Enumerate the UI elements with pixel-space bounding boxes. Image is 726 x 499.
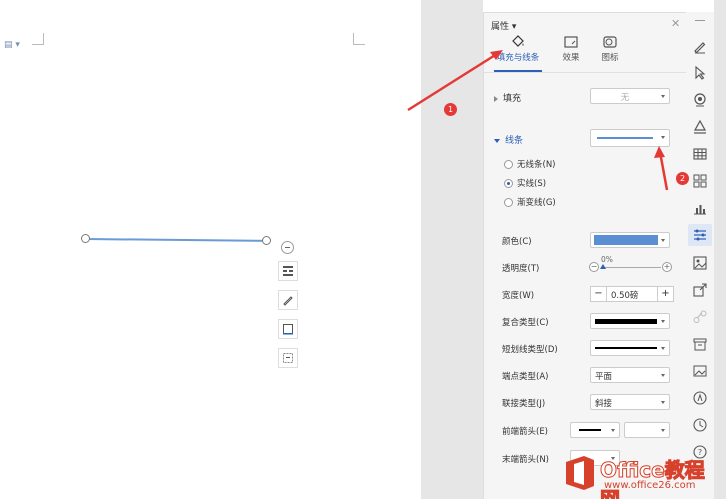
office-logo-icon — [566, 456, 594, 490]
annotation-badge-1: 1 — [444, 103, 457, 116]
annotation-arrow-1 — [407, 50, 501, 112]
annotation-badge-2: 2 — [676, 172, 689, 185]
watermark: Office教程网 www.office26.com — [556, 452, 724, 499]
annotation-layer — [407, 50, 669, 191]
annotation-arrow-2 — [658, 151, 669, 191]
watermark-title: Office教程网 — [600, 458, 706, 499]
watermark-url: www.office26.com — [604, 480, 696, 491]
arrow-head-icon — [654, 146, 665, 158]
